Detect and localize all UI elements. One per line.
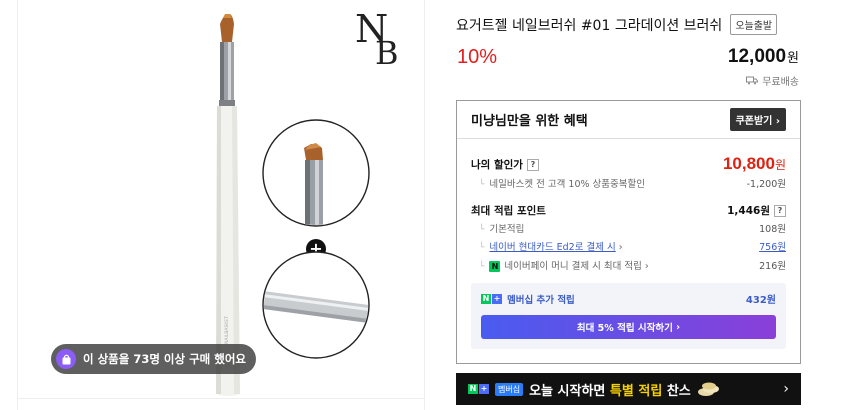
naverpay-icon: N <box>489 261 501 272</box>
brush-image: NAILBASKET <box>216 14 240 396</box>
zoom-brush-tip-image <box>262 119 370 227</box>
shipping-info: 무료배송 <box>746 73 799 88</box>
npay-points-row[interactable]: N네이버페이 머니 결제 시 최대 적립 › 216원 <box>471 258 786 272</box>
chevron-right-icon: › <box>783 381 789 397</box>
npay-points-label[interactable]: 네이버페이 머니 결제 시 최대 적립 <box>504 261 641 272</box>
discount-detail-row: 네일바스켓 전 고객 10% 상품중복할인 -1,200원 <box>471 176 786 190</box>
product-image-panel[interactable]: NAILBASKET N B + 이 상품을 73명 이상 구매 했어요 <box>17 0 425 410</box>
membership-value: 432원 <box>745 295 776 306</box>
discount-rate: 10% <box>457 46 498 68</box>
naver-plus-icon: N + <box>481 293 502 304</box>
purchase-count-badge: 이 상품을 73명 이상 구매 했어요 <box>51 344 256 374</box>
svg-text:B: B <box>375 34 399 72</box>
truck-icon <box>746 76 759 85</box>
membership-start-label: 최대 5% 적립 시작하기 <box>576 323 673 334</box>
banner-text-before: 오늘 시작하면 <box>529 383 606 399</box>
purchase-count-text: 이 상품을 73명 이상 구매 했어요 <box>83 352 246 366</box>
card-points-link[interactable]: 네이버 현대카드 Ed2로 결제 시 <box>489 242 615 253</box>
membership-box: N + 멤버십 추가 적립 432원 최대 5% 적립 시작하기 › <box>471 283 786 349</box>
banner-text: 오늘 시작하면 특별 적립 찬스 <box>529 380 691 399</box>
naver-plus-icon: N + <box>468 384 489 394</box>
price-value: 12,000 <box>727 46 787 67</box>
today-ship-tag: 오늘출발 <box>730 14 778 35</box>
my-discount-price: 10,800원 <box>723 154 786 174</box>
npay-points-value: 216원 <box>759 261 786 272</box>
basic-points-value: 108원 <box>759 224 786 235</box>
coupon-button-label: 쿠폰받기 <box>735 116 773 127</box>
points-value: 1,446원 <box>727 205 770 217</box>
shipping-text: 무료배송 <box>762 77 799 88</box>
discount-detail-value: -1,200원 <box>746 179 786 190</box>
product-price: 12,000원 <box>728 46 799 68</box>
coins-icon <box>697 382 719 396</box>
membership-badge: 멤버십 <box>495 382 524 396</box>
points-help-icon[interactable]: ? <box>774 205 786 217</box>
banner-text-after: 찬스 <box>666 383 691 399</box>
membership-label: 멤버십 추가 적립 <box>507 294 575 306</box>
product-title-row: 요거트젤 네일브러쉬 #01 그라데이션 브러쉬 오늘출발 <box>456 14 778 35</box>
card-points-value: 756원 <box>759 242 786 253</box>
brand-logo: N B <box>355 7 399 72</box>
benefit-title: 미냥님만을 위한 혜택 <box>471 114 588 129</box>
product-page: NAILBASKET N B + 이 상품을 73명 이상 구매 했어요 요거트… <box>0 0 849 410</box>
my-discount-currency: 원 <box>774 158 786 172</box>
coupon-button[interactable]: 쿠폰받기 › <box>729 108 786 131</box>
price-currency: 원 <box>787 50 799 65</box>
svg-text:NAILBASKET: NAILBASKET <box>224 316 230 344</box>
my-discount-value: 10,800 <box>722 154 775 173</box>
my-discount-row: 나의 할인가? 10,800원 <box>471 154 786 174</box>
points-row: 최대 적립 포인트 1,446원? <box>471 203 786 218</box>
zoom-brush-handle-image <box>262 251 370 359</box>
banner-text-highlight: 특별 적립 <box>609 383 663 399</box>
membership-row: N + 멤버십 추가 적립 432원 <box>481 291 776 306</box>
discount-detail-label: 네일바스켓 전 고객 10% 상품중복할인 <box>471 176 645 190</box>
shopping-bag-icon <box>56 349 76 369</box>
membership-start-button[interactable]: 최대 5% 적립 시작하기 › <box>481 315 776 339</box>
benefit-header: 미냥님만을 위한 혜택 쿠폰받기 › <box>457 101 800 139</box>
product-title: 요거트젤 네일브러쉬 #01 그라데이션 브러쉬 <box>456 17 723 34</box>
card-points-row[interactable]: 네이버 현대카드 Ed2로 결제 시 › 756원 <box>471 239 786 253</box>
basic-points-row: 기본적립 108원 <box>471 221 786 235</box>
benefit-box: 미냥님만을 위한 혜택 쿠폰받기 › 나의 할인가? 10,800원 네일바스켓… <box>456 100 801 364</box>
points-label: 최대 적립 포인트 <box>471 205 546 217</box>
help-icon[interactable]: ? <box>526 158 539 171</box>
basic-points-label: 기본적립 <box>471 221 524 235</box>
my-discount-label: 나의 할인가 <box>471 158 523 171</box>
membership-banner[interactable]: N + 멤버십 오늘 시작하면 특별 적립 찬스 › <box>456 373 801 405</box>
